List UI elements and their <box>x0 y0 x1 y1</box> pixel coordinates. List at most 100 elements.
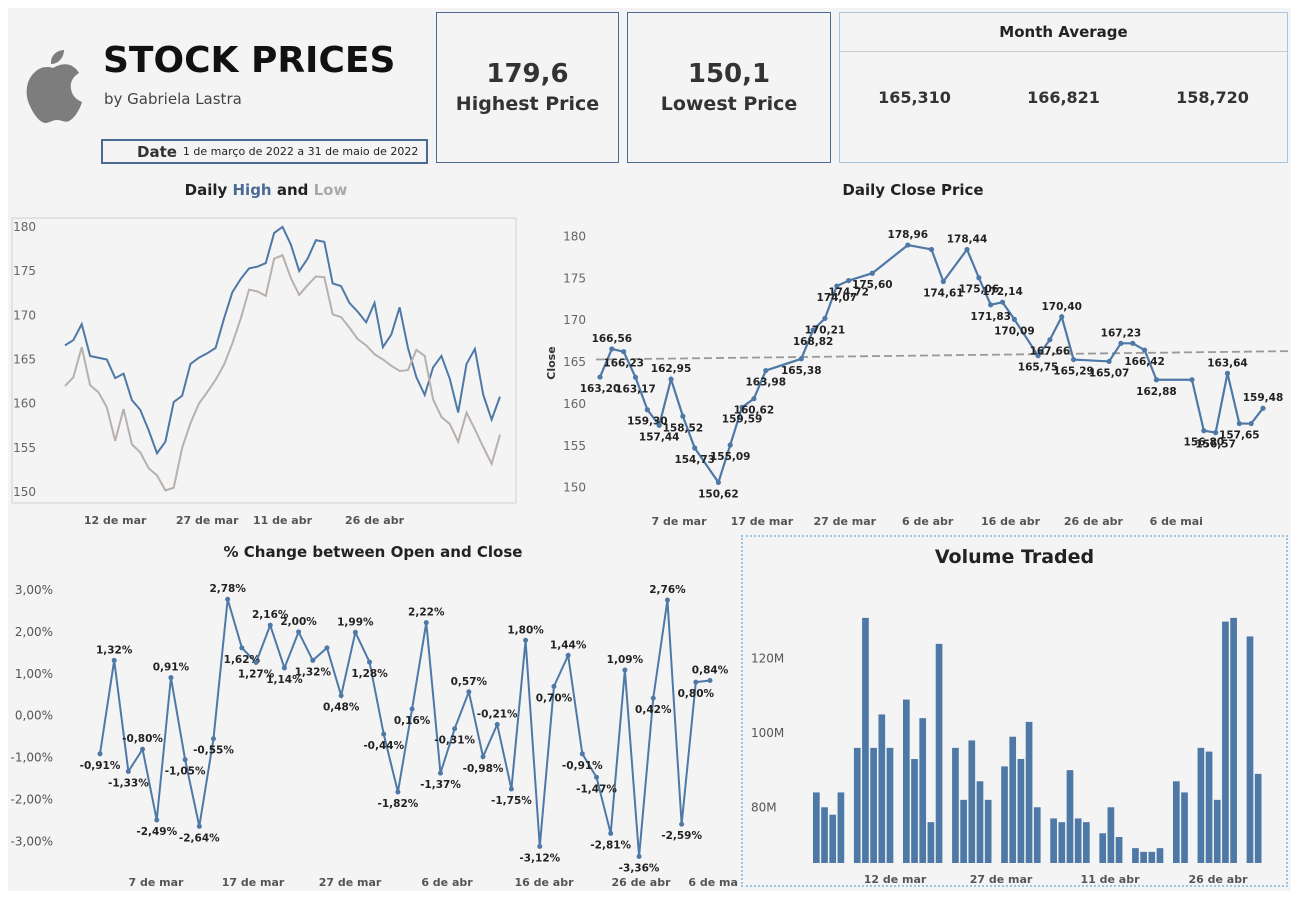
data-label: -2,49% <box>136 826 177 838</box>
x-tick-label: 26 de abr <box>611 876 671 888</box>
pct-point <box>508 786 514 792</box>
data-label: 166,56 <box>592 333 633 345</box>
volume-bar <box>968 740 976 863</box>
close-point <box>597 374 603 380</box>
volume-bar <box>1197 747 1205 863</box>
close-point <box>846 277 852 284</box>
data-label: 166,42 <box>1124 356 1165 368</box>
close-point <box>1106 358 1112 365</box>
data-label: 163,98 <box>745 377 786 389</box>
close-point <box>621 349 627 355</box>
pct-point <box>281 665 287 671</box>
data-label: 174,61 <box>923 288 964 300</box>
pct-point <box>352 629 358 635</box>
data-label: 0,84% <box>692 665 729 677</box>
pct-point <box>664 597 670 603</box>
data-label: 165,29 <box>1053 366 1094 378</box>
series-line-high <box>64 225 501 456</box>
x-tick-label: 27 de mar <box>319 876 382 888</box>
data-label: 2,00% <box>280 616 317 628</box>
y-tick-label: 165 <box>563 355 586 369</box>
close-point <box>869 270 875 276</box>
volume-bar <box>1001 766 1008 863</box>
y-tick-label: -3,00% <box>11 834 53 848</box>
volume-bar <box>976 781 984 863</box>
volume-bar <box>1254 773 1262 863</box>
data-label: 157,65 <box>1219 430 1260 442</box>
y-tick-label: 100M <box>751 726 784 740</box>
close-point <box>1224 370 1231 376</box>
volume-bar <box>1050 818 1057 863</box>
volume-bar <box>886 747 894 863</box>
x-tick-label: 6 de mai <box>688 876 738 888</box>
volume-bar <box>1099 833 1107 863</box>
pct-series-line <box>99 598 711 857</box>
x-tick-label: 12 de mar <box>84 514 147 527</box>
x-tick-label: 11 de abr <box>1080 873 1140 885</box>
y-tick-label: 160 <box>13 397 36 411</box>
data-label: -1,75% <box>491 795 532 807</box>
y-tick-label: 2,00% <box>15 625 53 639</box>
y-tick-label: 1,00% <box>15 667 53 681</box>
x-tick-label: 26 de abr <box>345 514 405 527</box>
pct-point <box>537 843 543 849</box>
y-tick-label: 155 <box>563 439 586 453</box>
x-tick-label: 27 de mar <box>813 515 876 528</box>
data-label: 165,75 <box>1018 362 1059 374</box>
pct-point <box>579 751 585 757</box>
pct-point <box>296 629 302 635</box>
x-tick-label: 16 de abr <box>514 876 574 888</box>
data-label: -0,31% <box>434 735 475 747</box>
data-label: 1,28% <box>351 668 388 680</box>
x-tick-label: 6 de mai <box>1150 515 1203 528</box>
date-filter[interactable]: Date 1 de março de 2022 a 31 de maio de … <box>101 139 428 164</box>
data-label: -0,55% <box>193 745 234 757</box>
close-point <box>999 299 1006 305</box>
pct-point <box>423 620 429 626</box>
close-point <box>680 413 686 419</box>
volume-bar <box>1083 822 1090 863</box>
y-tick-label: 180 <box>563 229 586 243</box>
close-point <box>668 376 674 382</box>
volume-bar <box>1181 792 1188 863</box>
data-label: 1,32% <box>295 666 332 678</box>
month-average-panel: Month Average 165,310 166,821 158,720 <box>839 12 1288 163</box>
subtitle: by Gabriela Lastra <box>104 90 242 108</box>
y-tick-label: 180 <box>13 220 36 234</box>
x-tick-label: 26 de abr <box>1064 515 1124 528</box>
volume-bar <box>1017 759 1025 863</box>
close-point <box>1153 377 1160 383</box>
pct-point <box>395 789 401 795</box>
volume-bar <box>911 759 918 863</box>
data-label: 162,95 <box>651 363 692 375</box>
data-label: 159,48 <box>1243 392 1284 404</box>
data-label: -2,81% <box>590 839 631 851</box>
y-tick-label: 150 <box>563 481 586 495</box>
pct-point <box>608 830 614 836</box>
data-label: 178,96 <box>888 229 929 241</box>
data-label: -2,59% <box>661 830 702 842</box>
data-label: 0,91% <box>153 662 190 674</box>
volume-bar <box>1205 751 1213 863</box>
data-label: 2,78% <box>209 583 246 595</box>
y-axis-label: Close <box>545 346 558 379</box>
data-label: -0,80% <box>122 733 163 745</box>
data-label: -3,36% <box>619 862 660 874</box>
y-tick-label: -1,00% <box>11 751 53 765</box>
pct-point <box>267 622 273 628</box>
close-point <box>1130 340 1136 346</box>
x-tick-label: 17 de mar <box>222 876 285 888</box>
data-label: 178,44 <box>947 233 988 245</box>
kpi-value: 150,1 <box>687 59 771 89</box>
volume-bar <box>1173 781 1180 863</box>
y-tick-label: 170 <box>13 308 36 322</box>
close-point <box>656 422 662 428</box>
data-label: 1,80% <box>507 624 544 636</box>
volume-bar <box>1025 721 1033 863</box>
data-label: 170,21 <box>805 324 846 336</box>
volume-bar <box>821 807 828 863</box>
data-label: 166,23 <box>603 358 644 370</box>
y-tick-label: 160 <box>563 397 586 411</box>
pct-point <box>338 693 344 699</box>
data-label: 170,09 <box>994 325 1035 337</box>
